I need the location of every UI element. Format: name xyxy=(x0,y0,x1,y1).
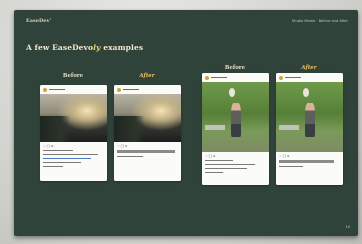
person-shape xyxy=(231,103,241,137)
post-handle xyxy=(49,88,65,91)
post-card-after-1: ♡ ◯ ➤ xyxy=(114,85,181,181)
post-card-before-1: ♡ ◯ ➤ xyxy=(40,85,107,181)
person-shape xyxy=(305,103,315,137)
post-handle xyxy=(285,76,301,79)
title-accent: ly xyxy=(93,43,101,52)
avatar xyxy=(117,87,121,92)
after-label-2: After xyxy=(301,65,317,71)
post-caption-line xyxy=(43,150,73,152)
balloon-shape xyxy=(302,87,310,98)
post-image-garden xyxy=(276,82,343,152)
title-suffix: examples xyxy=(100,43,144,52)
post-caption-line xyxy=(117,156,143,158)
post-caption-line xyxy=(205,172,223,174)
post-action-icons: ♡ ◯ ➤ xyxy=(205,154,216,158)
brand-logo: EaseDev’ xyxy=(26,18,52,24)
avatar xyxy=(43,87,47,92)
post-caption-bar xyxy=(279,160,334,163)
slide-header-info: Studio Media · Before and After xyxy=(291,19,348,23)
slide-title: A few EaseDevoly examples xyxy=(26,43,143,52)
post-header xyxy=(205,75,266,81)
title-prefix: A few EaseDevo xyxy=(26,43,94,52)
post-header xyxy=(117,87,178,93)
before-label-2: Before xyxy=(224,65,246,71)
post-action-icons: ♡ ◯ ➤ xyxy=(117,144,128,148)
table-shape xyxy=(204,125,225,130)
post-caption-line xyxy=(279,166,303,168)
post-image-sunrise xyxy=(40,94,107,142)
presentation-slide: EaseDev’ Studio Media · Before and After… xyxy=(14,10,358,236)
post-caption-line xyxy=(43,162,81,164)
post-hashtags-line xyxy=(43,158,91,160)
before-label-1: Before xyxy=(62,73,84,79)
page-number: 10 xyxy=(345,225,350,229)
post-card-after-2: ♡ ◯ ➤ xyxy=(276,73,343,185)
post-header xyxy=(279,75,340,81)
after-label-1: After xyxy=(139,73,155,79)
post-handle xyxy=(123,88,139,91)
avatar xyxy=(279,75,283,80)
post-caption-line xyxy=(43,154,98,156)
balloon-shape xyxy=(228,87,236,98)
post-caption-line xyxy=(205,168,247,170)
post-header xyxy=(43,87,104,93)
post-caption-line xyxy=(43,166,63,168)
avatar xyxy=(205,75,209,80)
table-shape xyxy=(278,125,299,130)
post-caption-line xyxy=(205,164,255,166)
post-action-icons: ♡ ◯ ➤ xyxy=(43,144,54,148)
post-action-icons: ♡ ◯ ➤ xyxy=(279,154,290,158)
post-image-sunrise xyxy=(114,94,181,142)
post-caption-line xyxy=(205,160,233,162)
post-handle xyxy=(211,76,227,79)
post-image-garden xyxy=(202,82,269,152)
post-card-before-2: ♡ ◯ ➤ xyxy=(202,73,269,185)
post-caption-bar xyxy=(117,150,175,153)
